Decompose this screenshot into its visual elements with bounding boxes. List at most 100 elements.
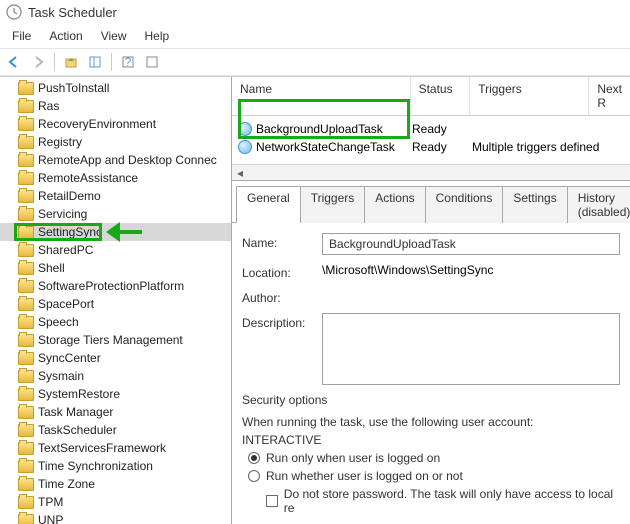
tree-item-label: TextServicesFramework (38, 441, 166, 455)
folder-icon (18, 478, 34, 491)
app-icon (6, 4, 22, 20)
tree-item[interactable]: SoftwareProtectionPlatform (0, 277, 231, 295)
menubar: File Action View Help (0, 24, 630, 48)
tree-item-label: Task Manager (38, 405, 113, 419)
tree-item[interactable]: RecoveryEnvironment (0, 115, 231, 133)
back-button[interactable] (4, 52, 24, 72)
tree-item-label: SettingSync (38, 225, 102, 239)
tab-conditions[interactable]: Conditions (425, 186, 504, 223)
task-name: NetworkStateChangeTask (256, 140, 395, 154)
tree-item-label: Ras (38, 99, 59, 113)
tab-general[interactable]: General (236, 186, 301, 223)
description-label: Description: (242, 313, 312, 330)
tab-triggers[interactable]: Triggers (300, 186, 366, 223)
tab-settings[interactable]: Settings (502, 186, 567, 223)
col-next[interactable]: Next R (589, 77, 630, 115)
run-whether-option[interactable]: Run whether user is logged on or not (248, 469, 620, 483)
folder-icon (18, 118, 34, 131)
folder-icon (18, 460, 34, 473)
task-row[interactable]: BackgroundUploadTaskReady (232, 120, 630, 138)
task-list: Name Status Triggers Next R BackgroundUp… (232, 77, 630, 181)
menu-file[interactable]: File (4, 26, 39, 46)
tree-item[interactable]: UNP (0, 511, 231, 524)
security-when-text: When running the task, use the following… (242, 415, 620, 429)
folder-icon (18, 244, 34, 257)
tree-item[interactable]: SpacePort (0, 295, 231, 313)
tree-item-label: SharedPC (38, 243, 93, 257)
folder-tree[interactable]: PushToInstall Ras RecoveryEnvironmentRegis… (0, 77, 232, 524)
task-row[interactable]: NetworkStateChangeTaskReadyMultiple trig… (232, 138, 630, 156)
scroll-left-icon[interactable]: ◂ (232, 166, 248, 180)
tree-item[interactable]: Sysmain (0, 367, 231, 385)
folder-icon (18, 388, 34, 401)
tree-item[interactable]: SharedPC (0, 241, 231, 259)
tree-item[interactable]: Shell (0, 259, 231, 277)
tree-item[interactable]: RemoteAssistance (0, 169, 231, 187)
security-header: Security options (242, 393, 620, 407)
tree-item-label: SpacePort (38, 297, 94, 311)
name-field[interactable]: BackgroundUploadTask (322, 233, 620, 255)
panel-button[interactable] (85, 52, 105, 72)
folder-icon (18, 370, 34, 383)
location-label: Location: (242, 263, 312, 280)
tree-item[interactable]: SyncCenter (0, 349, 231, 367)
menu-action[interactable]: Action (41, 26, 90, 46)
folder-icon (18, 208, 34, 221)
up-button[interactable] (61, 52, 81, 72)
tree-item[interactable]: RemoteApp and Desktop Connec (0, 151, 231, 169)
name-label: Name: (242, 233, 312, 250)
tree-item[interactable]: PushToInstall (0, 79, 231, 97)
tree-item[interactable]: Ras (0, 97, 231, 115)
tree-item[interactable]: TPM (0, 493, 231, 511)
col-status[interactable]: Status (411, 77, 471, 115)
window-title: Task Scheduler (28, 5, 117, 20)
tree-item-label: Time Synchronization (38, 459, 153, 473)
tree-item[interactable]: Time Synchronization (0, 457, 231, 475)
security-options: Security options When running the task, … (242, 393, 620, 515)
tree-item[interactable]: Task Manager (0, 403, 231, 421)
tab-actions[interactable]: Actions (364, 186, 425, 223)
folder-icon (18, 262, 34, 275)
tree-item[interactable]: Registry (0, 133, 231, 151)
tree-item-label: TaskScheduler (38, 423, 117, 437)
forward-button[interactable] (28, 52, 48, 72)
checkbox-icon (266, 495, 278, 507)
task-icon (238, 122, 252, 136)
task-icon (238, 140, 252, 154)
tree-item[interactable]: Storage Tiers Management (0, 331, 231, 349)
task-triggers: Multiple triggers defined (472, 140, 599, 154)
refresh-button[interactable] (142, 52, 162, 72)
help-button[interactable]: ? (118, 52, 138, 72)
folder-icon (18, 496, 34, 509)
tree-item[interactable]: Servicing (0, 205, 231, 223)
description-field[interactable] (322, 313, 620, 385)
tree-item[interactable]: TaskScheduler (0, 421, 231, 439)
tree-item[interactable]: SettingSync (0, 223, 231, 241)
folder-icon (18, 442, 34, 455)
horizontal-scrollbar[interactable]: ◂ (232, 164, 630, 180)
tree-item[interactable]: Speech (0, 313, 231, 331)
col-name[interactable]: Name (232, 77, 411, 115)
tree-item-label: PushToInstall (38, 81, 109, 95)
radio-icon (248, 470, 260, 482)
menu-help[interactable]: Help (137, 26, 178, 46)
folder-icon (18, 280, 34, 293)
tab-history[interactable]: History (disabled) (567, 186, 630, 223)
tree-item[interactable]: Time Zone (0, 475, 231, 493)
radio-icon (248, 452, 260, 464)
menu-view[interactable]: View (93, 26, 135, 46)
col-triggers[interactable]: Triggers (470, 77, 589, 115)
folder-icon (18, 154, 34, 167)
folder-icon (18, 424, 34, 437)
run-logged-on-option[interactable]: Run only when user is logged on (248, 451, 620, 465)
tree-item-label: Shell (38, 261, 65, 275)
security-account: INTERACTIVE (242, 433, 620, 447)
tree-item-label: TPM (38, 495, 63, 509)
tree-item[interactable]: RetailDemo (0, 187, 231, 205)
no-store-password-option[interactable]: Do not store password. The task will onl… (266, 487, 620, 515)
tree-item-label: SyncCenter (38, 351, 101, 365)
task-list-body: BackgroundUploadTaskReadyNetworkStateCha… (232, 116, 630, 164)
svg-text:?: ? (125, 55, 132, 69)
tree-item[interactable]: SystemRestore (0, 385, 231, 403)
tree-item[interactable]: TextServicesFramework (0, 439, 231, 457)
